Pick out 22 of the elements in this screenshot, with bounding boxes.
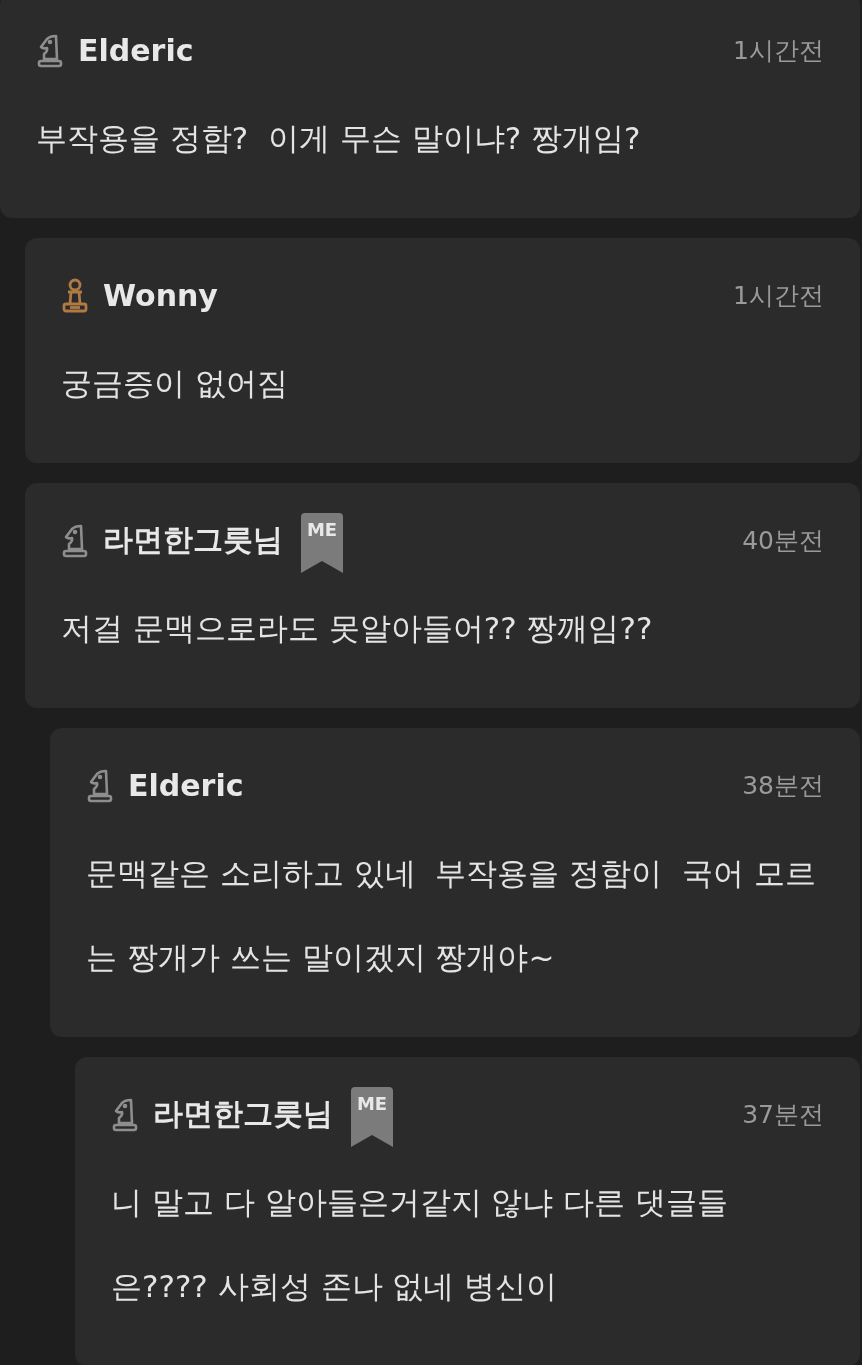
comment-text: 니 말고 다 알아들은거같지 않냐 다른 댓글들은???? 사회성 존나 없네 병신이 (111, 1183, 730, 1306)
comment-time: 1시간전 (733, 279, 824, 312)
pawn-icon (61, 277, 89, 313)
comment-text: 부작용을 정함? 이게 무슨 말이냐? 짱개임? (36, 119, 642, 158)
knight-icon (36, 32, 64, 68)
me-badge: ME (301, 513, 343, 573)
me-badge: ME (351, 1087, 393, 1147)
author-name[interactable]: Wonny (103, 277, 218, 313)
author-name[interactable]: 라면한그릇님 (103, 519, 283, 561)
comment-time: 37분전 (742, 1098, 824, 1131)
comment-text: 저걸 문맥으로라도 못알아들어?? 짱깨임?? (61, 609, 654, 648)
comment-text: 궁금증이 없어짐 (61, 364, 289, 403)
knight-icon (111, 1096, 139, 1132)
author-name[interactable]: 라면한그릇님 (153, 1093, 333, 1135)
comment-text: 문맥같은 소리하고 있네 부작용을 정함이 국어 모르는 짱개가 쓰는 말이겠지 짱개야~ (86, 854, 817, 977)
author-name[interactable]: Elderic (78, 32, 194, 68)
author-name[interactable]: Elderic (128, 767, 244, 803)
knight-icon (61, 522, 89, 558)
comment-time: 38분전 (742, 769, 824, 802)
knight-icon (86, 767, 114, 803)
comment-time: 1시간전 (733, 34, 824, 67)
comment-time: 40분전 (742, 524, 824, 557)
